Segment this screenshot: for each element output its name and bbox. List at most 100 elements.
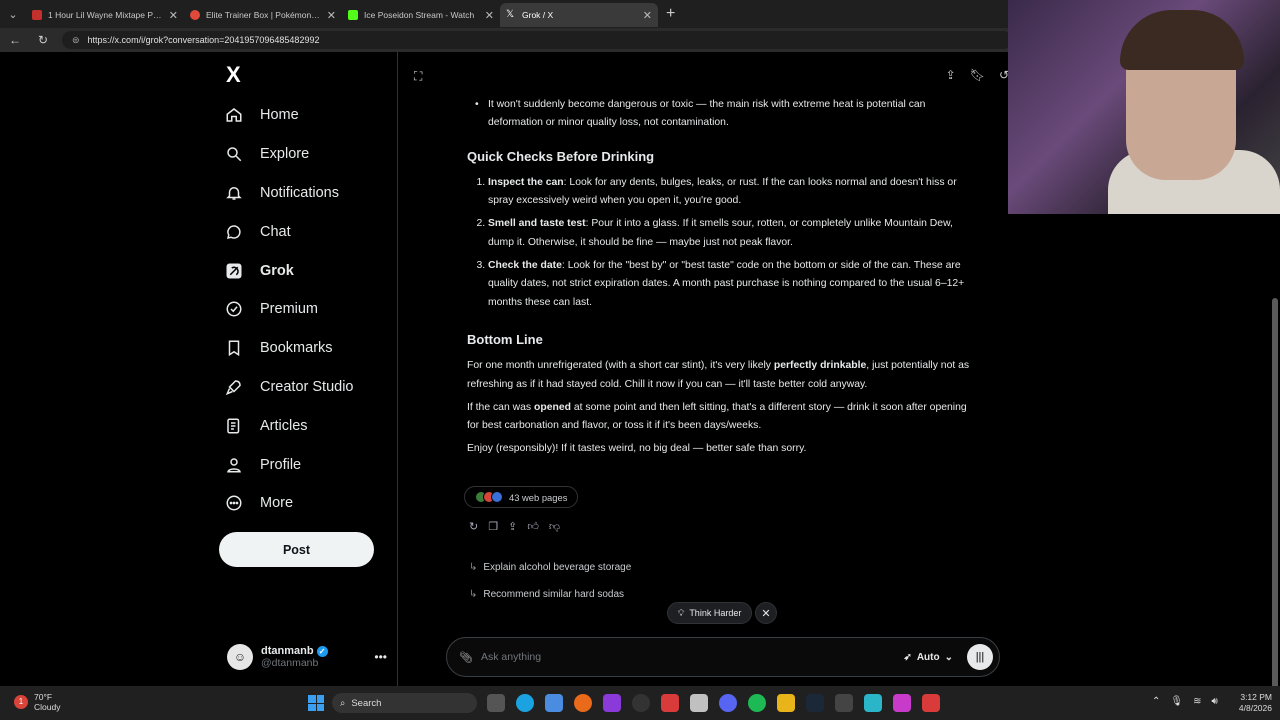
url-field[interactable]: ⊜ https://x.com/i/grok?conversation=2041… (62, 31, 1012, 49)
new-tab-button[interactable]: + (666, 5, 675, 23)
avatar: ☺ (227, 644, 253, 670)
tab-title: Grok / X (522, 10, 554, 20)
wifi-icon[interactable]: ≋ (1193, 696, 1201, 707)
app-icon[interactable] (922, 694, 940, 712)
paragraph: If the can was opened at some point and … (467, 399, 981, 436)
share-icon[interactable]: ⇪ (946, 68, 956, 82)
microphone-icon[interactable]: 🎙︎ (1170, 696, 1183, 707)
list-item: Smell and taste test: Pour it into a gla… (488, 215, 981, 252)
reload-icon[interactable]: ↻ (34, 33, 52, 47)
source-favicon-icon (491, 491, 503, 503)
section-heading: Bottom Line (467, 331, 543, 347)
volume-icon[interactable]: 🔊︎ (1211, 696, 1217, 707)
sidebar-item-chat[interactable]: Chat (224, 212, 354, 251)
sidebar-item-label: Creator Studio (260, 378, 354, 395)
taskbar-search[interactable]: ⌕ Search (332, 693, 477, 713)
firefox-icon[interactable] (574, 694, 592, 712)
pokemon-favicon-icon (190, 10, 200, 20)
model-mode-select[interactable]: ➶ Auto ⌄ (903, 652, 953, 663)
app-icon[interactable] (864, 694, 882, 712)
clock-time: 3:12 PM (1240, 692, 1272, 702)
sidebar-item-label: Grok (260, 262, 294, 279)
tab-title: Ice Poseidon Stream - Watch (364, 10, 475, 20)
sidebar-item-premium[interactable]: Premium (224, 290, 354, 329)
edge-icon[interactable] (516, 694, 534, 712)
windows-start-icon[interactable] (308, 695, 324, 711)
x-favicon-icon: 𝕏 (506, 9, 515, 20)
follow-up-suggestion[interactable]: ↳ Explain alcohol beverage storage (469, 554, 631, 581)
close-tab-icon[interactable]: ✕ (643, 9, 652, 22)
suggestion-text: Explain alcohol beverage storage (483, 562, 632, 573)
kick-favicon-icon (348, 10, 358, 20)
browser-tab[interactable]: Elite Trainer Box | Pokémon Center ✕ (184, 3, 342, 27)
tab-list-button[interactable]: ⌄ (0, 0, 26, 28)
close-tab-icon[interactable]: ✕ (485, 9, 494, 22)
app-icon[interactable] (893, 694, 911, 712)
list-item: Inspect the can: Look for any dents, bul… (488, 174, 981, 211)
browser-tab[interactable]: Ice Poseidon Stream - Watch ✕ (342, 3, 500, 27)
more-icon (224, 493, 244, 513)
sidebar-item-label: Premium (260, 301, 319, 318)
close-icon[interactable]: ✕ (755, 602, 777, 624)
site-info-icon[interactable]: ⊜ (72, 35, 80, 46)
file-explorer-icon[interactable] (487, 694, 505, 712)
section-heading: Quick Checks Before Drinking (467, 148, 655, 164)
ellipsis-icon[interactable]: ••• (374, 650, 387, 664)
search-icon (224, 144, 244, 164)
text-run: If the can was (467, 401, 534, 413)
sidebar-item-bookmarks[interactable]: Bookmarks (224, 329, 354, 368)
folder-icon[interactable] (777, 694, 795, 712)
chevron-up-icon[interactable]: ⌃ (1152, 696, 1160, 707)
x-logo-icon[interactable]: X (226, 62, 241, 88)
app-icon[interactable] (835, 694, 853, 712)
sidebar-item-explore[interactable]: Explore (224, 135, 354, 174)
taskbar-apps (487, 694, 940, 712)
steam-icon[interactable] (806, 694, 824, 712)
sources-label: 43 web pages (509, 491, 568, 503)
browser-tab-active[interactable]: 𝕏 Grok / X ✕ (500, 3, 658, 27)
close-tab-icon[interactable]: ✕ (327, 9, 336, 22)
share-icon[interactable]: ⇪ (508, 520, 517, 533)
think-harder-button[interactable]: 💡︎ Think Harder (667, 602, 753, 624)
thumbs-up-icon[interactable]: 👍︎ (527, 520, 539, 533)
browser-tab[interactable]: 1 Hour Lil Wayne Mixtape Prime ✕ (26, 3, 184, 27)
spotify-icon[interactable] (748, 694, 766, 712)
obs-icon[interactable] (632, 694, 650, 712)
grok-conversation: ⛶ ⇪ 🔖︎ ↺ It won't suddenly become danger… (399, 52, 1049, 686)
bookmark-icon[interactable]: 🔖︎ (970, 68, 985, 82)
sidebar-item-grok[interactable]: Grok (224, 251, 354, 290)
thumbs-down-icon[interactable]: 👎︎ (549, 520, 560, 533)
sidebar-item-notifications[interactable]: Notifications (224, 174, 354, 213)
sidebar-item-profile[interactable]: Profile (224, 445, 354, 484)
sidebar-item-label: Chat (260, 223, 291, 240)
app-icon[interactable] (603, 694, 621, 712)
sidebar-item-articles[interactable]: Articles (224, 406, 354, 445)
discord-icon[interactable] (719, 694, 737, 712)
regenerate-icon[interactable]: ↻ (469, 520, 478, 533)
weather-widget[interactable]: 1 70°F Cloudy (14, 692, 60, 712)
account-switcher[interactable]: ☺ dtanmanb ✓ @dtanmanb ••• (227, 640, 387, 674)
close-tab-icon[interactable]: ✕ (169, 9, 178, 22)
scrollbar[interactable] (1272, 298, 1278, 712)
sidebar-item-label: Bookmarks (260, 340, 333, 357)
follow-up-suggestion[interactable]: ↳ Recommend similar hard sodas (469, 581, 631, 608)
sidebar-item-home[interactable]: Home (224, 96, 354, 135)
back-arrow-icon[interactable]: ← (6, 33, 24, 47)
taskbar-clock[interactable]: 3:12 PM 4/8/2026 (1228, 692, 1272, 714)
sidebar-item-creator-studio[interactable]: Creator Studio (224, 368, 354, 407)
voice-mode-button[interactable]: ||| (967, 644, 993, 670)
paragraph: For one month unrefrigerated (with a sho… (467, 357, 981, 394)
paperclip-icon[interactable]: 📎︎ (459, 651, 473, 664)
app-icon[interactable] (661, 694, 679, 712)
app-icon[interactable] (690, 694, 708, 712)
app-icon[interactable] (545, 694, 563, 712)
copy-icon[interactable]: ❐ (488, 520, 498, 533)
sidebar-item-more[interactable]: More (224, 484, 354, 523)
rocket-icon (224, 377, 244, 397)
sources-button[interactable]: 43 web pages (464, 486, 579, 508)
ask-input[interactable] (480, 651, 904, 663)
post-button[interactable]: Post (219, 532, 374, 567)
expand-icon[interactable]: ⛶ (414, 69, 422, 84)
tab-title: Elite Trainer Box | Pokémon Center (206, 10, 321, 20)
bell-icon (224, 183, 244, 203)
